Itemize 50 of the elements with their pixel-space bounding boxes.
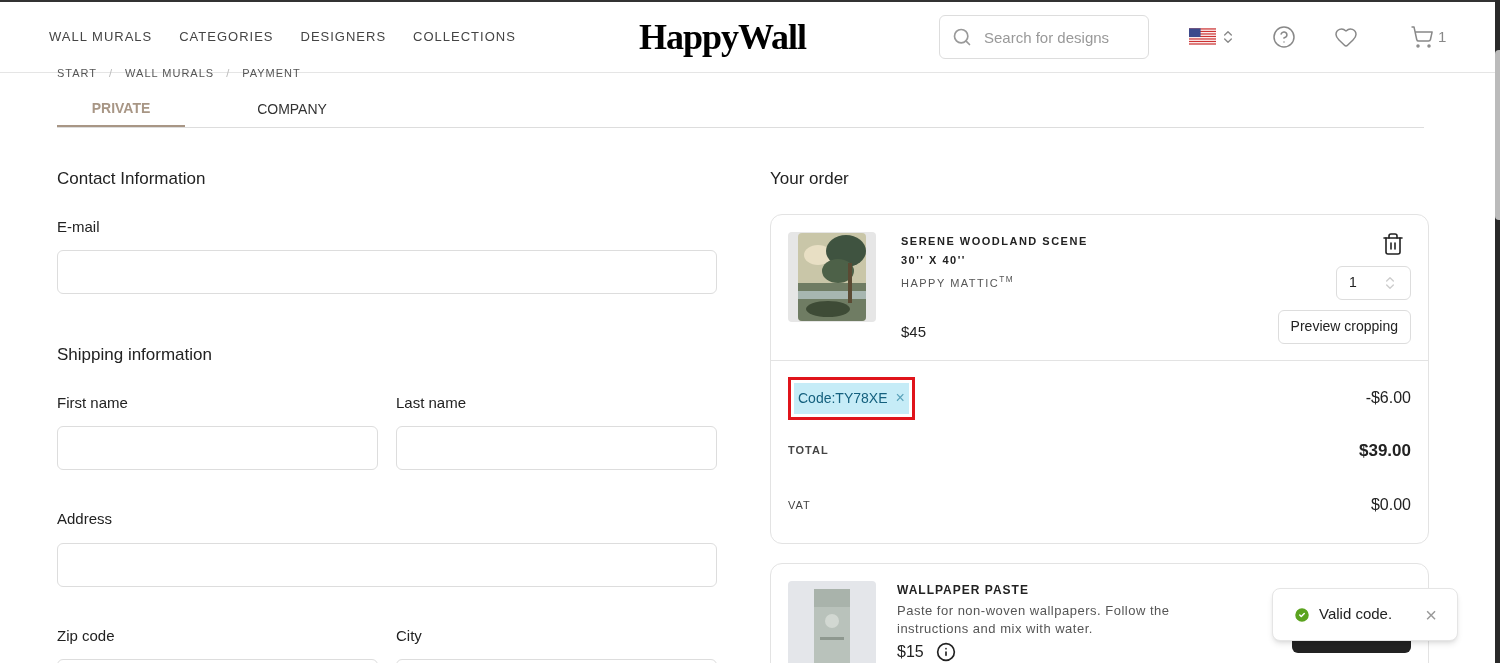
product-name: SERENE WOODLAND SCENE — [901, 233, 1089, 249]
input-field[interactable] — [57, 250, 717, 294]
addon-description: Paste for non-woven wallpapers. Follow the instructions and mix with water. — [897, 602, 1171, 638]
nav-link[interactable]: CATEGORIES — [179, 27, 274, 47]
product-size: 30'' X 40'' — [901, 253, 967, 268]
check-icon — [1293, 605, 1311, 624]
section-title: Shipping information — [57, 344, 213, 366]
input-field[interactable] — [396, 426, 717, 470]
section-title: Your order — [770, 168, 850, 190]
cart-count: 1 — [1438, 26, 1447, 47]
summary-value: $39.00 — [1359, 439, 1411, 462]
product-material: HAPPY MATTIC$^{TM}$ — [901, 274, 1016, 291]
quantity-field[interactable]: 1 — [1336, 265, 1411, 300]
breadcrumb-link[interactable]: PAYMENT — [242, 68, 301, 79]
cart-icon[interactable] — [1410, 25, 1434, 49]
help-icon[interactable] — [1272, 25, 1296, 49]
preview-cropping-button[interactable]: Preview cropping — [1277, 309, 1411, 344]
info-icon[interactable] — [935, 642, 956, 662]
breadcrumb-link[interactable]: START — [57, 68, 98, 79]
breadcrumb-separator: / — [226, 68, 231, 79]
summary-label: TOTAL — [788, 443, 829, 458]
addon-name: WALLPAPER PASTE — [897, 582, 1030, 599]
search-icon — [952, 27, 972, 47]
toast-message: Valid code. — [1319, 604, 1393, 625]
discount-code: Code:TY78XE — [798, 388, 888, 408]
logo[interactable]: HappyWall — [639, 10, 939, 64]
field-label: City — [396, 625, 423, 646]
summary-value: $0.00 — [1370, 495, 1411, 515]
heart-icon[interactable] — [1334, 25, 1358, 49]
field-label: E-mail — [57, 216, 101, 237]
product-price: $45 — [901, 322, 928, 342]
tab[interactable]: COMPANY — [185, 91, 399, 127]
breadcrumb-link[interactable]: WALL MURALS — [125, 68, 215, 79]
field-label: Address — [57, 509, 114, 529]
section-title: Contact Information — [57, 168, 207, 190]
nav-link[interactable]: COLLECTIONS — [413, 27, 516, 47]
field-label: Last name — [396, 392, 468, 413]
field-label: First name — [57, 392, 129, 413]
trash-icon[interactable] — [1381, 231, 1405, 256]
nav-link[interactable]: DESIGNERS — [300, 27, 387, 47]
breadcrumb-separator: / — [109, 68, 114, 79]
nav-link[interactable]: WALL MURALS — [49, 27, 153, 47]
input-field[interactable] — [57, 542, 717, 587]
summary-label: VAT — [788, 497, 811, 513]
flag-icon[interactable] — [1189, 28, 1216, 46]
discount-amount: -$6.00 — [1365, 388, 1411, 408]
field-label: Zip code — [57, 625, 116, 646]
addon-price: $15 — [897, 642, 924, 662]
input-field[interactable] — [57, 426, 378, 470]
search-field[interactable]: Search for designs — [939, 15, 1149, 59]
